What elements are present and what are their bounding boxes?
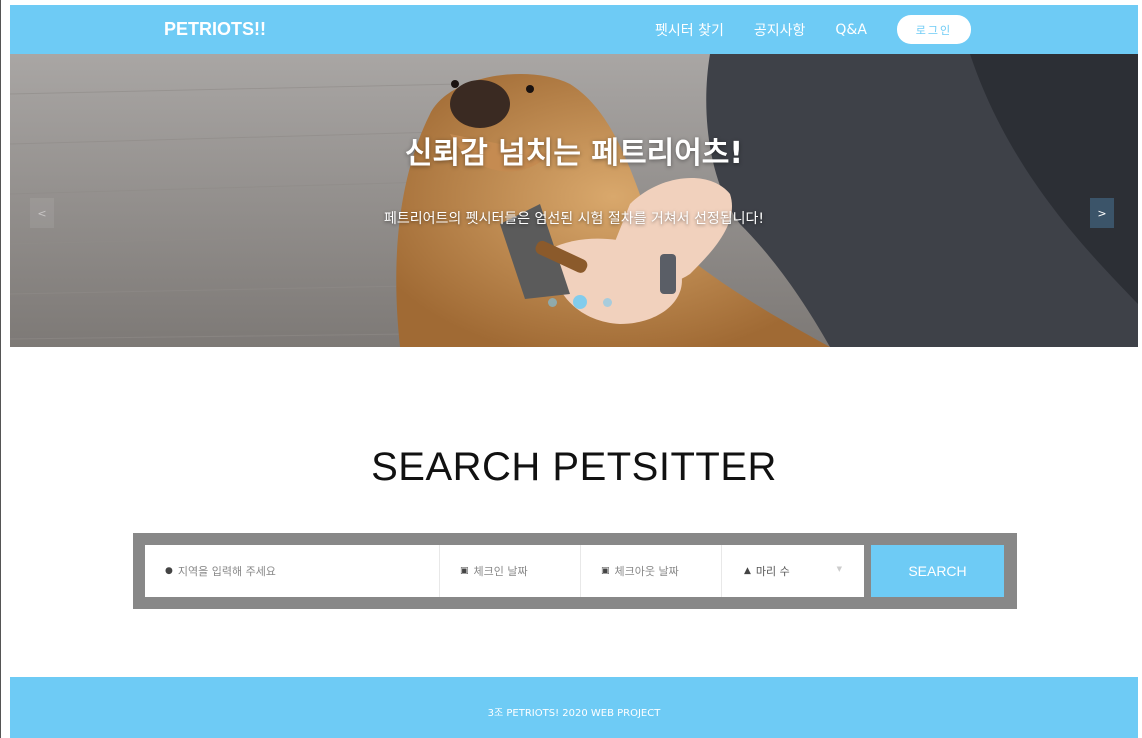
- page: PETRIOTS!! 펫시터 찾기 공지사항 Q&A 로그인 신뢰감 넘치는 페…: [10, 5, 1138, 738]
- carousel-dot[interactable]: [548, 297, 557, 307]
- chevron-down-icon: ▼: [836, 565, 842, 573]
- browser-frame: PETRIOTS!! 펫시터 찾기 공지사항 Q&A 로그인 신뢰감 넘치는 페…: [0, 0, 1142, 738]
- map-pin-icon: ●: [165, 566, 173, 576]
- checkout-placeholder: 체크아웃 날짜: [614, 565, 679, 578]
- checkin-placeholder: 체크인 날짜: [473, 565, 528, 578]
- carousel-next-arrow-icon[interactable]: >: [1090, 198, 1114, 228]
- person-icon: ▲: [744, 566, 751, 576]
- pet-count-label: 마리 수: [755, 565, 790, 578]
- search-section-title: SEARCH PETSITTER: [371, 445, 777, 489]
- search-bar: ● 지역을 입력해 주세요 ▣ 체크인 날짜 ▣ 체크아웃 날짜 ▲ 마리 수 …: [133, 533, 1017, 609]
- calendar-icon: ▣: [460, 566, 469, 576]
- pet-count-select[interactable]: ▲ 마리 수 ▼: [722, 545, 864, 597]
- calendar-icon: ▣: [601, 566, 610, 576]
- brand-logo[interactable]: PETRIOTS!!: [164, 19, 266, 40]
- hero-carousel: 신뢰감 넘치는 페트리어츠! 페트리어트의 펫시터들은 엄선된 시험 절차를 거…: [10, 54, 1138, 347]
- checkin-date-input[interactable]: ▣ 체크인 날짜: [440, 545, 581, 597]
- footer: 3조 PETRIOTS! 2020 WEB PROJECT: [10, 677, 1138, 738]
- carousel-dot-active[interactable]: [573, 295, 587, 309]
- footer-text: 3조 PETRIOTS! 2020 WEB PROJECT: [487, 708, 661, 719]
- nav-qna[interactable]: Q&A: [835, 22, 867, 38]
- search-fields: ● 지역을 입력해 주세요 ▣ 체크인 날짜 ▣ 체크아웃 날짜 ▲ 마리 수 …: [145, 545, 864, 597]
- carousel-dot[interactable]: [603, 297, 612, 307]
- main-nav: 펫시터 찾기 공지사항 Q&A 로그인: [655, 5, 971, 54]
- nav-find-petsitter[interactable]: 펫시터 찾기: [655, 20, 724, 40]
- checkout-date-input[interactable]: ▣ 체크아웃 날짜: [581, 545, 722, 597]
- nav-notice[interactable]: 공지사항: [754, 20, 806, 40]
- search-button[interactable]: SEARCH: [871, 545, 1004, 597]
- carousel-prev-arrow-icon[interactable]: <: [30, 198, 54, 228]
- header: PETRIOTS!! 펫시터 찾기 공지사항 Q&A 로그인: [10, 5, 1138, 54]
- hero-subtitle: 페트리어트의 펫시터들은 엄선된 시험 절차를 거쳐서 선정됩니다!: [383, 211, 765, 227]
- location-input[interactable]: ● 지역을 입력해 주세요: [145, 545, 440, 597]
- hero-title: 신뢰감 넘치는 페트리어츠!: [404, 136, 744, 171]
- carousel-indicators: [540, 295, 620, 309]
- location-placeholder: 지역을 입력해 주세요: [177, 565, 276, 578]
- login-button[interactable]: 로그인: [896, 15, 971, 44]
